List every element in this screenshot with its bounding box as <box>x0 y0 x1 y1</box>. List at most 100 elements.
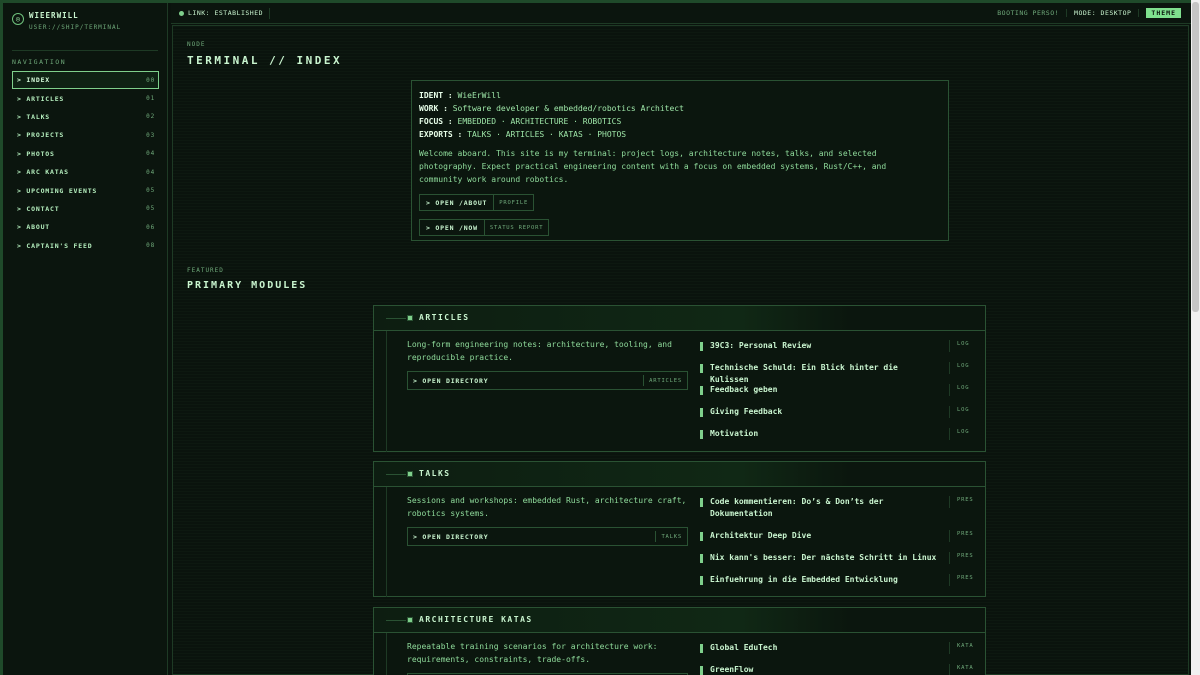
header-line <box>386 474 406 475</box>
header-line <box>386 318 406 319</box>
sidebar-item-number: 06 <box>146 223 155 231</box>
list-item[interactable]: Giving Feedback LOG <box>700 406 978 428</box>
square-icon <box>407 315 413 321</box>
sidebar-item-talks[interactable]: > TALKS 02 <box>12 108 159 126</box>
bar-icon <box>700 498 703 507</box>
list-item[interactable]: Technische Schuld: Ein Blick hinter die … <box>700 362 978 384</box>
list-item[interactable]: Feedback geben LOG <box>700 384 978 406</box>
sidebar-item-arc-katas[interactable]: > ARC KATAS 04 <box>12 163 159 181</box>
sidebar-item-captains-feed[interactable]: > CAPTAIN'S FEED 08 <box>12 237 159 255</box>
entry-kind: PRES <box>949 574 978 586</box>
sidebar-item-photos[interactable]: > PHOTOS 04 <box>12 145 159 163</box>
open-directory-label: > OPEN DIRECTORY <box>413 532 489 541</box>
ident-panel: IDENT : WieErWill WORK : Software develo… <box>411 80 949 241</box>
sidebar-item-about[interactable]: > ABOUT 06 <box>12 218 159 236</box>
open-directory-button[interactable]: > OPEN DIRECTORY ARTICLES <box>407 371 688 390</box>
header-line <box>386 620 406 621</box>
open-now-label: > OPEN /NOW <box>420 220 485 235</box>
list-item[interactable]: Architektur Deep Dive PRES <box>700 530 978 552</box>
page-scrollbar[interactable] <box>1191 0 1200 675</box>
bar-icon <box>700 364 703 373</box>
ident-key: IDENT : <box>419 91 453 100</box>
entry-kind: PRES <box>949 552 978 564</box>
sidebar: ◎ WIEERWILL USER://SHIP/TERMINAL NAVIGAT… <box>3 3 168 675</box>
sidebar-item-number: 04 <box>146 150 155 158</box>
module-title: TALKS <box>419 469 451 478</box>
sidebar-item-number: 03 <box>146 131 155 139</box>
boot-status: BOOTING PERSO! <box>997 9 1068 17</box>
module-body: Long-form engineering notes: architectur… <box>374 331 985 452</box>
brand[interactable]: ◎ WIEERWILL USER://SHIP/TERMINAL <box>12 11 121 31</box>
brand-name: WIEERWILL <box>29 11 79 20</box>
list-item[interactable]: 39C3: Personal Review LOG <box>700 340 978 362</box>
sidebar-item-projects[interactable]: > PROJECTS 03 <box>12 126 159 144</box>
sidebar-item-upcoming-events[interactable]: > UPCOMING EVENTS 05 <box>12 181 159 199</box>
sidebar-item-number: 04 <box>146 168 155 176</box>
square-icon <box>407 471 413 477</box>
sidebar-item-articles[interactable]: > ARTICLES 01 <box>12 89 159 107</box>
open-directory-label: > OPEN DIRECTORY <box>413 376 489 385</box>
main-content: NODE TERMINAL // INDEX IDENT : WieErWill… <box>172 25 1189 675</box>
entry-title: GreenFlow <box>710 665 754 674</box>
focus-value: EMBEDDED · ARCHITECTURE · ROBOTICS <box>452 117 622 126</box>
sidebar-item-label: > PHOTOS <box>17 149 55 158</box>
nav-title: NAVIGATION <box>12 58 67 66</box>
bar-icon <box>700 386 703 395</box>
module-rail <box>386 633 387 675</box>
sidebar-item-label: > ABOUT <box>17 223 50 232</box>
open-directory-button[interactable]: > OPEN DIRECTORY TALKS <box>407 527 688 546</box>
entry-list: 39C3: Personal Review LOG Technische Schu… <box>700 340 978 450</box>
entry-list: Global EduTech KATA GreenFlow KATA <box>700 642 978 675</box>
scrollbar-thumb[interactable] <box>1192 2 1199 312</box>
sidebar-item-number: 08 <box>146 242 155 250</box>
work-row: WORK : Software developer & embedded/rob… <box>419 102 941 115</box>
entry-kind: PRES <box>949 530 978 542</box>
sidebar-item-number: 05 <box>146 187 155 195</box>
entry-title: Motivation <box>710 429 759 438</box>
welcome-text: Welcome aboard. This site is my terminal… <box>419 149 887 184</box>
entry-title: Technische Schuld: Ein Blick hinter die … <box>710 363 898 384</box>
entry-kind: LOG <box>949 406 978 418</box>
sidebar-divider <box>12 50 158 51</box>
module-title: ARTICLES <box>419 313 470 322</box>
sidebar-item-label: > CAPTAIN'S FEED <box>17 241 93 250</box>
work-key: WORK : <box>419 104 448 113</box>
exports-row: EXPORTS : TALKS · ARTICLES · KATAS · PHO… <box>419 128 941 141</box>
list-item[interactable]: Motivation LOG <box>700 428 978 450</box>
bar-icon <box>700 532 703 541</box>
open-about-button[interactable]: > OPEN /ABOUT PROFILE <box>419 194 535 211</box>
sidebar-item-number: 01 <box>146 95 155 103</box>
list-item[interactable]: Einfuehrung in die Embedded Entwicklung P… <box>700 574 978 596</box>
featured-label: FEATURED <box>187 267 224 274</box>
sidebar-item-number: 05 <box>146 205 155 213</box>
sidebar-item-index[interactable]: > INDEX 00 <box>12 71 159 90</box>
sidebar-item-label: > ARC KATAS <box>17 168 69 177</box>
open-directory-tag: ARTICLES <box>643 375 687 386</box>
entry-kind: PRES <box>949 496 978 508</box>
list-item[interactable]: GreenFlow KATA <box>700 664 978 675</box>
sidebar-item-label: > CONTACT <box>17 204 60 213</box>
node-label: NODE <box>187 41 206 48</box>
link-status-text: LINK: ESTABLISHED <box>188 9 264 17</box>
list-item[interactable]: Code kommentieren: Do’s & Don’ts der Dok… <box>700 496 978 530</box>
module-architecture-katas: ARCHITECTURE KATAS Repeatable training s… <box>373 607 986 675</box>
bar-icon <box>700 666 703 675</box>
open-about-tag: PROFILE <box>499 199 529 206</box>
page-title: TERMINAL // INDEX <box>187 54 343 67</box>
sidebar-nav: > INDEX 00 > ARTICLES 01 > TALKS 02 > PR… <box>12 71 159 255</box>
sidebar-item-number: 00 <box>146 76 155 84</box>
entry-title: Code kommentieren: Do’s & Don’ts der Dok… <box>710 497 884 518</box>
entry-kind: LOG <box>949 428 978 440</box>
topbar-right: BOOTING PERSO! MODE: DESKTOP THEME <box>997 8 1191 18</box>
sidebar-item-label: > INDEX <box>17 76 50 85</box>
exports-key: EXPORTS : <box>419 130 463 139</box>
sidebar-item-contact[interactable]: > CONTACT 05 <box>12 200 159 218</box>
bar-icon <box>700 576 703 585</box>
list-item[interactable]: Global EduTech KATA <box>700 642 978 664</box>
module-header: ARTICLES <box>374 306 985 331</box>
featured-title: PRIMARY MODULES <box>187 280 308 291</box>
list-item[interactable]: Nix kann's besser: Der nächste Schritt i… <box>700 552 978 574</box>
open-now-button[interactable]: > OPEN /NOW STATUS REPORT <box>419 219 550 236</box>
entry-title: 39C3: Personal Review <box>710 341 812 350</box>
theme-button[interactable]: THEME <box>1146 8 1181 18</box>
